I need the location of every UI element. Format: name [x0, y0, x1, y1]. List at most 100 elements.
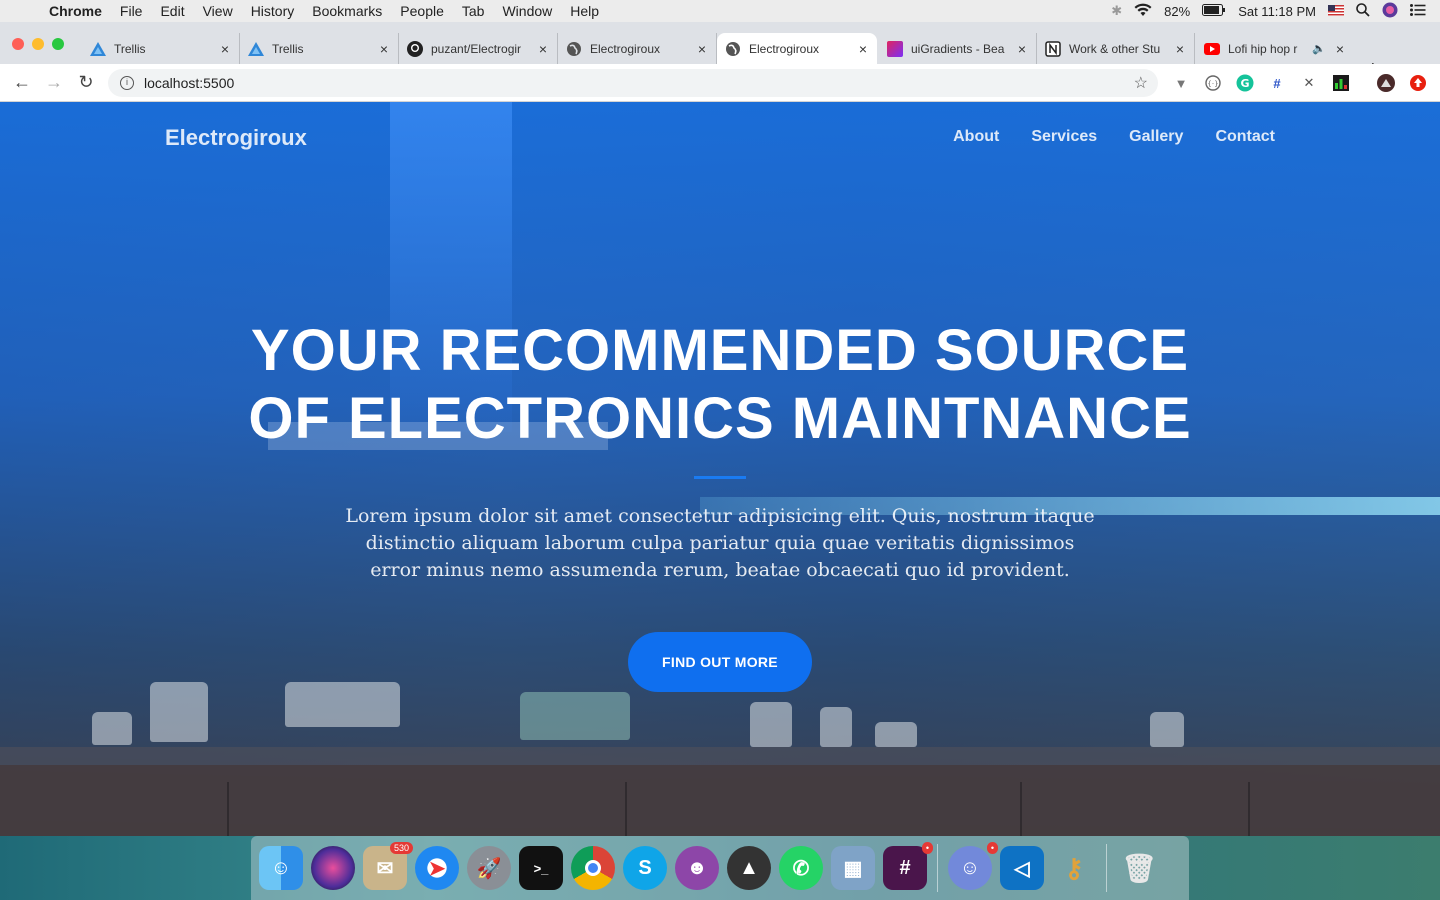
safari-icon[interactable]: ➤: [415, 846, 459, 890]
menu-tab[interactable]: Tab: [453, 0, 494, 22]
code-extension-icon[interactable]: {·}: [1203, 73, 1223, 93]
grammarly-extension-icon[interactable]: G: [1235, 73, 1255, 93]
site-nav: About Services Gallery Contact: [953, 128, 1275, 146]
chrome-icon[interactable]: [571, 846, 615, 890]
menu-help[interactable]: Help: [561, 0, 608, 22]
background-green-pot: [520, 692, 630, 740]
nav-link-about[interactable]: About: [953, 128, 999, 146]
close-tab-icon[interactable]: ×: [217, 41, 233, 57]
cabinet-seam: [1248, 782, 1250, 836]
menu-history[interactable]: History: [242, 0, 304, 22]
finder-icon[interactable]: ☺: [259, 846, 303, 890]
profile-avatar[interactable]: [1376, 73, 1396, 93]
wifi-icon[interactable]: [1134, 3, 1152, 20]
bear-icon[interactable]: ▲: [727, 846, 771, 890]
close-tab-icon[interactable]: ×: [694, 41, 710, 57]
site-info-icon[interactable]: i: [120, 76, 134, 90]
terminal-icon[interactable]: >_: [519, 846, 563, 890]
nav-link-contact[interactable]: Contact: [1215, 128, 1275, 146]
spotlight-search-icon[interactable]: [1356, 2, 1370, 20]
menu-view[interactable]: View: [194, 0, 242, 22]
tab-github[interactable]: puzant/Electrogir ×: [399, 33, 558, 64]
close-tab-icon[interactable]: ×: [1014, 41, 1030, 57]
stats-extension-icon[interactable]: [1331, 73, 1351, 93]
mail-icon[interactable]: ✉ 530: [363, 842, 413, 890]
cabinet-seam: [227, 782, 229, 836]
siri-menubar-icon[interactable]: [1382, 2, 1398, 21]
background-plant-pot: [1150, 712, 1184, 747]
bookmark-star-icon[interactable]: ☆: [1134, 73, 1148, 93]
hero-divider: [694, 476, 746, 479]
close-tab-icon[interactable]: ×: [535, 41, 551, 57]
siri-icon[interactable]: [311, 846, 355, 890]
keychain-icon[interactable]: ⚷: [1052, 846, 1096, 890]
background-counter: [0, 747, 1440, 765]
globe-icon: [725, 41, 741, 57]
vscode-icon[interactable]: ◁: [1000, 846, 1044, 890]
nav-link-services[interactable]: Services: [1031, 128, 1097, 146]
us-flag-icon[interactable]: [1328, 4, 1344, 19]
tab-title: Trellis: [114, 41, 146, 56]
close-window-button[interactable]: [12, 38, 24, 50]
slack-badge: •: [921, 842, 933, 854]
menu-bookmarks[interactable]: Bookmarks: [303, 0, 391, 22]
menu-file[interactable]: File: [111, 0, 152, 22]
vimium-extension-icon[interactable]: ▼: [1171, 73, 1191, 93]
hero-title-line-2: OF ELECTRONICS MAINTNANCE: [248, 386, 1192, 451]
background-teapot: [150, 682, 208, 742]
tab-trellis-2[interactable]: Trellis ×: [240, 33, 399, 64]
tab-title: Electrogiroux: [749, 41, 820, 56]
tab-electrogiroux-1[interactable]: Electrogiroux ×: [558, 33, 717, 64]
close-tab-icon[interactable]: ×: [1332, 41, 1348, 57]
tools-extension-icon[interactable]: ✕: [1299, 73, 1319, 93]
tab-title: Lofi hip hop r: [1228, 41, 1298, 56]
notion-icon: [1045, 40, 1061, 57]
browser-toolbar: ← → ↻ i localhost:5500 ☆: [0, 64, 1440, 102]
forward-button[interactable]: →: [38, 72, 70, 93]
notification-center-icon[interactable]: [1410, 3, 1426, 19]
find-out-more-button[interactable]: FIND OUT MORE: [628, 632, 812, 692]
trellis-icon: [248, 41, 264, 57]
mail-badge: 530: [389, 842, 413, 854]
tab-title: Trellis: [272, 41, 304, 56]
close-tab-icon[interactable]: ×: [376, 41, 392, 57]
menu-app-name[interactable]: Chrome: [40, 0, 111, 22]
menu-window[interactable]: Window: [493, 0, 561, 22]
url-text[interactable]: localhost:5500: [144, 75, 234, 91]
battery-icon[interactable]: [1202, 3, 1226, 19]
close-tab-icon[interactable]: ×: [1172, 41, 1188, 57]
reload-button[interactable]: ↻: [70, 72, 102, 93]
tab-trellis-1[interactable]: Trellis ×: [82, 33, 240, 64]
cabinet-seam: [625, 782, 627, 836]
address-bar[interactable]: i localhost:5500 ☆: [108, 69, 1158, 97]
tab-electrogiroux-active[interactable]: Electrogiroux ×: [717, 33, 877, 64]
dock-separator: [1106, 844, 1107, 892]
zoom-window-button[interactable]: [52, 38, 64, 50]
skype-icon[interactable]: S: [623, 846, 667, 890]
website-viewport: Electrogiroux About Services Gallery Con…: [0, 102, 1440, 836]
bluetooth-icon[interactable]: ✱: [1111, 3, 1122, 19]
github-desktop-icon[interactable]: ☻: [675, 846, 719, 890]
tab-youtube[interactable]: Lofi hip hop r 🔈 ×: [1196, 33, 1354, 64]
audio-playing-icon[interactable]: 🔈: [1312, 42, 1326, 55]
back-button[interactable]: ←: [6, 72, 38, 93]
tab-uigradients[interactable]: uiGradients - Bea ×: [879, 33, 1037, 64]
menu-people[interactable]: People: [391, 0, 453, 22]
close-tab-icon[interactable]: ×: [855, 41, 871, 57]
cabinet-seam: [1020, 782, 1022, 836]
minimize-window-button[interactable]: [32, 38, 44, 50]
svg-text:G: G: [1240, 77, 1249, 90]
slack-icon[interactable]: # •: [883, 842, 933, 890]
site-brand-logo[interactable]: Electrogiroux: [165, 125, 307, 151]
tab-notion[interactable]: Work & other Stu ×: [1037, 33, 1195, 64]
grid-extension-icon[interactable]: #: [1267, 73, 1287, 93]
nav-link-gallery[interactable]: Gallery: [1129, 128, 1183, 146]
whatsapp-icon[interactable]: ✆: [779, 846, 823, 890]
launchpad-icon[interactable]: 🚀: [467, 846, 511, 890]
update-chrome-icon[interactable]: [1408, 73, 1428, 93]
clock[interactable]: Sat 11:18 PM: [1238, 4, 1316, 19]
menu-edit[interactable]: Edit: [151, 0, 193, 22]
discord-icon[interactable]: ☺ •: [948, 842, 998, 890]
preview-icon[interactable]: ▦: [831, 846, 875, 890]
trash-icon[interactable]: 🗑: [1117, 846, 1161, 890]
